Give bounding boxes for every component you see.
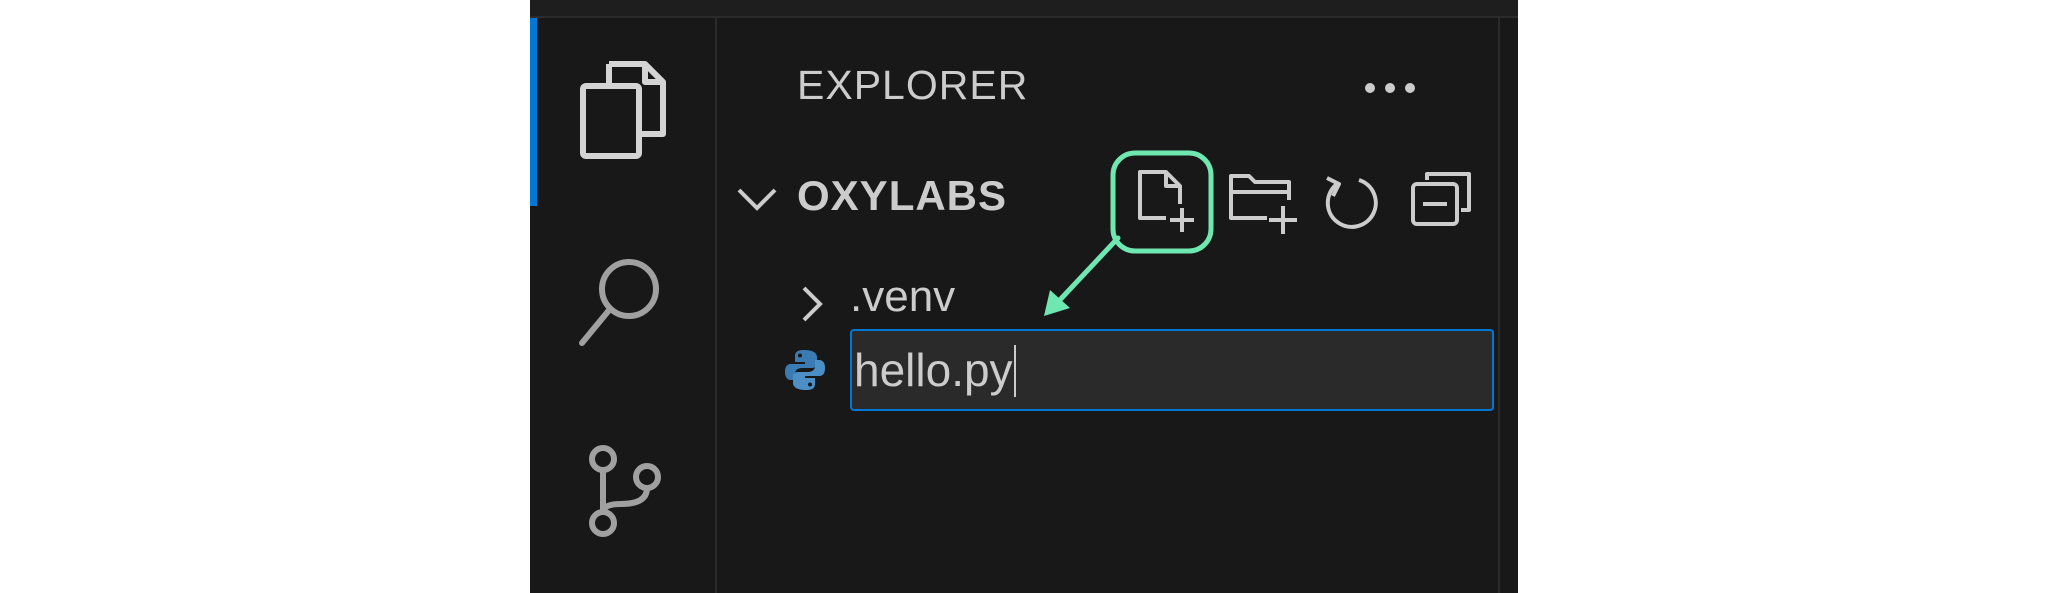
source-control-icon — [589, 445, 661, 537]
editor-edge — [1498, 18, 1518, 593]
folder-name[interactable]: OXYLABS — [797, 172, 1007, 220]
new-file-button[interactable] — [1110, 150, 1214, 254]
collapse-all-button[interactable] — [1407, 166, 1479, 238]
chevron-down-icon[interactable] — [735, 184, 779, 214]
activity-explorer[interactable] — [530, 18, 713, 186]
new-file-icon — [1110, 150, 1214, 254]
refresh-button[interactable] — [1315, 166, 1387, 238]
refresh-icon — [1325, 176, 1378, 229]
new-folder-button[interactable] — [1227, 166, 1299, 238]
python-icon — [785, 350, 825, 390]
title-bar — [530, 0, 1518, 18]
tree-item-venv[interactable]: .venv — [850, 272, 955, 322]
vscode-window: EXPLORER OXYLABS .venv hello.py — [530, 0, 1518, 593]
text-caret — [1013, 344, 1016, 397]
new-file-name-input[interactable]: hello.py — [850, 329, 1494, 411]
ellipsis-icon[interactable] — [1362, 80, 1418, 96]
collapse-all-icon — [1411, 172, 1471, 226]
explorer-title: EXPLORER — [797, 62, 1029, 108]
chevron-right-icon[interactable] — [799, 284, 825, 324]
search-icon — [579, 259, 659, 346]
explorer-sidebar: EXPLORER OXYLABS .venv hello.py — [717, 18, 1498, 593]
file-name-value: hello.py — [854, 344, 1013, 396]
files-icon — [580, 61, 666, 159]
new-folder-icon — [1229, 174, 1297, 234]
